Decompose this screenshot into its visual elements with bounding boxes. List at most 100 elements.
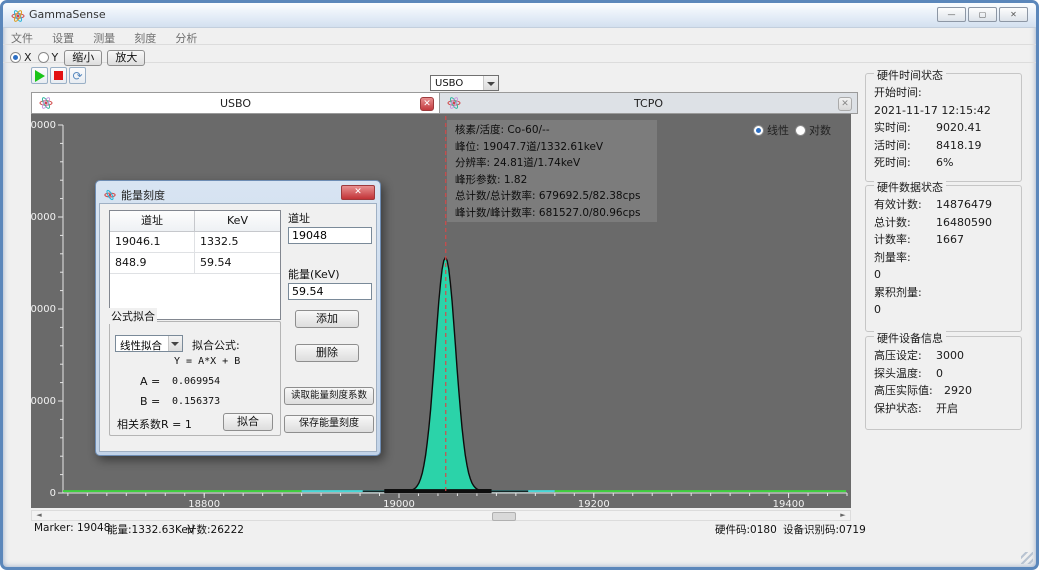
maximize-button[interactable]: ▢ <box>968 7 997 22</box>
hw-data-status-group: 硬件数据状态 有效计数:14876479 总计数:16480590 计数率:16… <box>865 185 1022 332</box>
scale-mode-group: 线性 对数 <box>753 122 837 138</box>
hw-data-status-title: 硬件数据状态 <box>874 179 946 195</box>
energy-input[interactable] <box>288 283 372 300</box>
device-id-status: 设备识别码:0719 <box>783 522 866 537</box>
y-axis-radio[interactable] <box>38 52 49 63</box>
log-scale-label: 对数 <box>809 124 831 137</box>
zoom-in-button[interactable]: 放大 <box>107 50 145 66</box>
menu-measure[interactable]: 测量 <box>93 30 115 46</box>
peak-position-text: 峰位: 19047.7道/1332.61keV <box>455 139 649 156</box>
read-coeff-button[interactable]: 读取能量刻度系数 <box>284 387 374 405</box>
window-title: GammaSense <box>29 8 106 21</box>
calibration-table[interactable]: 道址 KeV 19046.1 1332.5 848.9 59.54 <box>109 210 281 320</box>
hv-actual-row: 高压实际值:2920 <box>874 382 1013 400</box>
svg-text:18800: 18800 <box>188 499 220 508</box>
save-calibration-button[interactable]: 保存能量刻度 <box>284 415 374 433</box>
refresh-icon: ⟳ <box>72 71 82 81</box>
coeff-b-value: 0.156373 <box>172 396 220 407</box>
delete-button[interactable]: 删除 <box>295 344 359 362</box>
total-counts-text: 总计数/总计数率: 679692.5/82.38cps <box>455 188 649 205</box>
axis-toolbar: XY缩小 放大 <box>3 45 1036 63</box>
counts-status: 计数:26222 <box>186 522 244 537</box>
dialog-close-button[interactable]: ✕ <box>341 185 375 200</box>
tab-tcpo[interactable]: TCPO ✕ <box>440 92 858 114</box>
chart-hscrollbar[interactable]: ◄ ► <box>31 510 851 521</box>
svg-text:19200: 19200 <box>578 499 610 508</box>
tab-usbo[interactable]: USBO ✕ <box>31 92 440 114</box>
menu-settings[interactable]: 设置 <box>52 30 74 46</box>
channel-column-header: 道址 <box>110 211 195 231</box>
add-button[interactable]: 添加 <box>295 310 359 328</box>
close-button[interactable]: ✕ <box>999 7 1028 22</box>
dialog-body: 道址 KeV 19046.1 1332.5 848.9 59.54 道址 能量(… <box>99 203 377 452</box>
probe-temp-row: 探头温度:0 <box>874 365 1013 383</box>
channel-input[interactable] <box>288 227 372 244</box>
hw-device-info-group: 硬件设备信息 高压设定:3000 探头温度:0 高压实际值:2920 保护状态:… <box>865 336 1022 430</box>
resize-grip[interactable] <box>1021 552 1033 564</box>
linear-scale-radio[interactable] <box>753 125 764 136</box>
stop-button[interactable] <box>50 67 67 84</box>
svg-text:0: 0 <box>50 488 56 499</box>
svg-text:30000: 30000 <box>31 212 56 223</box>
peak-shape-text: 峰形参数: 1.82 <box>455 172 649 189</box>
formula-text: Y = A*X + B <box>174 356 240 367</box>
table-row[interactable]: 848.9 59.54 <box>110 253 280 274</box>
status-bar: Marker: 19048 能量:1332.63KeV 计数:26222 硬件码… <box>3 522 1036 538</box>
coeff-a-label: A = <box>140 375 160 388</box>
stop-icon <box>54 71 63 80</box>
dialog-title-bar[interactable]: 能量刻度 ✕ <box>99 184 377 203</box>
cell-kev: 1332.5 <box>195 232 280 252</box>
chevron-down-icon <box>168 336 182 351</box>
count-rate-row: 计数率:1667 <box>874 231 1013 249</box>
linear-scale-label: 线性 <box>767 124 789 137</box>
log-scale-radio[interactable] <box>795 125 806 136</box>
kev-column-header: KeV <box>195 211 280 231</box>
svg-text:19400: 19400 <box>773 499 805 508</box>
accum-dose-row: 累积剂量: <box>874 284 1013 302</box>
dialog-title: 能量刻度 <box>121 187 165 203</box>
svg-text:19000: 19000 <box>383 499 415 508</box>
peak-counts-text: 峰计数/峰计数率: 681527.0/80.96cps <box>455 205 649 222</box>
radio-dot <box>13 55 18 60</box>
chevron-down-icon <box>483 76 498 90</box>
minimize-button[interactable]: — <box>937 7 966 22</box>
scrollbar-thumb[interactable] <box>492 512 516 521</box>
formula-fit-title: 公式拟合 <box>109 308 157 324</box>
resolution-text: 分辨率: 24.81道/1.74keV <box>455 155 649 172</box>
x-axis-label: X <box>24 51 32 64</box>
hw-code-status: 硬件码:0180 <box>715 522 777 537</box>
svg-text:40000: 40000 <box>31 120 56 131</box>
menu-file[interactable]: 文件 <box>11 30 33 46</box>
fit-type-select[interactable]: 线性拟合 <box>115 335 183 352</box>
radio-dot <box>756 128 761 133</box>
cell-kev: 59.54 <box>195 253 280 273</box>
x-axis-radio[interactable] <box>10 52 21 63</box>
hw-time-status-title: 硬件时间状态 <box>874 67 946 83</box>
hw-time-status-group: 硬件时间状态 开始时间: 2021-11-17 12:15:42 实时间:902… <box>865 73 1022 182</box>
correlation-text: 相关系数R = 1 <box>117 416 192 432</box>
zoom-out-button[interactable]: 缩小 <box>64 50 102 66</box>
coeff-a-value: 0.069954 <box>172 376 220 387</box>
start-button[interactable] <box>31 67 48 84</box>
device-select[interactable]: USBO <box>430 75 499 91</box>
fit-button[interactable]: 拟合 <box>223 413 273 431</box>
energy-status: 能量:1332.63KeV <box>107 522 195 537</box>
menu-calibration[interactable]: 刻度 <box>134 30 156 46</box>
svg-text:10000: 10000 <box>31 396 56 407</box>
tab-usbo-close-icon[interactable]: ✕ <box>420 97 434 111</box>
refresh-button[interactable]: ⟳ <box>69 67 86 84</box>
scroll-right-icon[interactable]: ► <box>836 511 850 520</box>
tab-tcpo-close-icon[interactable]: ✕ <box>838 97 852 111</box>
menu-analysis[interactable]: 分析 <box>175 30 197 46</box>
spectrum-tabs: USBO ✕ TCPO ✕ <box>31 92 858 114</box>
app-logo-icon <box>11 8 25 27</box>
scroll-left-icon[interactable]: ◄ <box>32 511 46 520</box>
menu-bar: 文件 设置 测量 刻度 分析 <box>3 27 1036 45</box>
tab-tcpo-label: TCPO <box>440 97 857 110</box>
energy-calibration-dialog: 能量刻度 ✕ 道址 KeV 19046.1 1332.5 848.9 59.54… <box>95 180 381 456</box>
svg-text:20000: 20000 <box>31 304 56 315</box>
valid-counts-row: 有效计数:14876479 <box>874 196 1013 214</box>
tab-usbo-label: USBO <box>32 97 439 110</box>
table-row[interactable]: 19046.1 1332.5 <box>110 232 280 253</box>
peak-info-panel: 核素/活度: Co-60/-- 峰位: 19047.7道/1332.61keV … <box>447 120 657 222</box>
